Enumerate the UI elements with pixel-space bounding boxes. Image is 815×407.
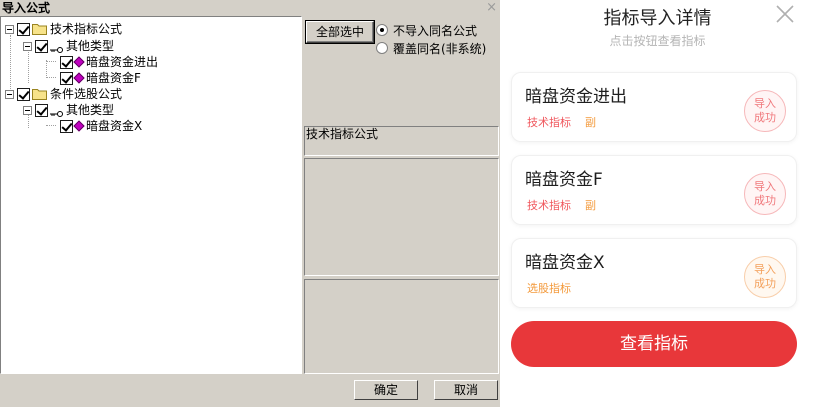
preview-box — [304, 158, 499, 276]
select-all-button[interactable]: 全部选中 — [305, 20, 375, 44]
tree-node-formula[interactable]: 暗盘资金X — [60, 118, 142, 134]
tree-node-tech-formula[interactable]: 技术指标公式 — [5, 21, 122, 37]
key-icon — [50, 106, 64, 117]
tree-checkbox[interactable] — [60, 119, 73, 133]
tree-node-other-type[interactable]: 其他类型 — [23, 38, 114, 54]
stamp-line: 导入 — [754, 263, 776, 276]
formula-gem-icon — [73, 72, 85, 84]
collapse-toggle-icon[interactable] — [5, 24, 14, 34]
indicator-name: 暗盘资金X — [525, 253, 605, 273]
import-result-card[interactable]: 暗盘资金X 选股指标 导入 成功 — [511, 238, 797, 308]
collapse-toggle-icon[interactable] — [23, 41, 32, 51]
indicator-position-tag: 副 — [585, 116, 596, 129]
stamp-line: 成功 — [754, 194, 776, 207]
collapse-toggle-icon[interactable] — [5, 89, 14, 99]
folder-icon — [32, 23, 47, 35]
import-success-stamp: 导入 成功 — [744, 256, 786, 298]
import-result-card[interactable]: 暗盘资金进出 技术指标 副 导入 成功 — [511, 72, 797, 142]
tree-node-select-formula[interactable]: 条件选股公式 — [5, 86, 122, 102]
tree-checkbox[interactable] — [35, 39, 48, 53]
import-details-sheet: 指标导入详情 点击按钮查看指标 暗盘资金进出 技术指标 副 导入 成功 暗盘资金… — [500, 0, 815, 407]
dialog-titlebar: 导入公式 × — [0, 0, 500, 16]
import-formula-dialog: 导入公式 × 技术指标公式 其他类型 暗盘资金进出 暗盘资金F 条件选股公式 其… — [0, 0, 500, 407]
radio-overwrite-duplicates[interactable]: 覆盖同名(非系统) — [376, 40, 486, 56]
scrollbar[interactable] — [483, 160, 497, 274]
tree-node-label: 其他类型 — [66, 103, 115, 117]
import-success-stamp: 导入 成功 — [744, 90, 786, 132]
options-panel: 全部选中 不导入同名公式 覆盖同名(非系统) 技术指标公式 — [303, 16, 500, 376]
formula-tree: 技术指标公式 其他类型 暗盘资金进出 暗盘资金F 条件选股公式 其他类型 暗盘资… — [0, 16, 302, 374]
sheet-subtitle: 点击按钮查看指标 — [609, 34, 706, 48]
preview-type-label: 技术指标公式 — [304, 126, 499, 156]
indicator-name: 暗盘资金进出 — [525, 87, 627, 107]
tree-node-label: 暗盘资金F — [86, 71, 141, 85]
indicator-tags: 技术指标 副 — [527, 116, 610, 130]
scrollbar[interactable] — [483, 281, 497, 372]
ok-button[interactable]: 确定 — [354, 380, 418, 400]
tree-checkbox[interactable] — [35, 103, 48, 117]
tree-connector — [46, 61, 56, 62]
indicator-tags: 选股指标 — [527, 282, 585, 296]
dialog-close-icon[interactable]: × — [486, 0, 497, 15]
tree-node-formula[interactable]: 暗盘资金F — [60, 70, 141, 86]
stamp-line: 成功 — [754, 277, 776, 290]
radio-label: 覆盖同名(非系统) — [393, 41, 487, 56]
cancel-button[interactable]: 取消 — [434, 380, 498, 400]
description-box — [304, 279, 499, 374]
indicator-tags: 技术指标 副 — [527, 199, 610, 213]
indicator-type-tag: 技术指标 — [527, 199, 571, 212]
tree-node-other-type[interactable]: 其他类型 — [23, 102, 114, 118]
tree-node-formula[interactable]: 暗盘资金进出 — [60, 54, 158, 70]
radio-button[interactable] — [376, 24, 388, 36]
indicator-type-tag: 选股指标 — [527, 282, 571, 295]
tree-checkbox[interactable] — [17, 87, 30, 101]
stamp-line: 成功 — [754, 111, 776, 124]
tree-node-label: 条件选股公式 — [50, 87, 123, 101]
radio-label: 不导入同名公式 — [393, 23, 478, 38]
indicator-name: 暗盘资金F — [525, 170, 603, 190]
stamp-line: 导入 — [754, 97, 776, 110]
collapse-toggle-icon[interactable] — [23, 105, 32, 115]
stamp-line: 导入 — [754, 180, 776, 193]
radio-button[interactable] — [376, 42, 388, 54]
close-icon[interactable] — [774, 3, 796, 25]
tree-node-label: 暗盘资金X — [86, 119, 143, 133]
tree-connector — [46, 125, 56, 126]
tree-checkbox[interactable] — [60, 55, 73, 69]
key-icon — [50, 42, 64, 53]
tree-node-label: 其他类型 — [66, 39, 115, 53]
tree-checkbox[interactable] — [17, 22, 30, 36]
folder-icon — [32, 88, 47, 100]
radio-skip-duplicates[interactable]: 不导入同名公式 — [376, 22, 477, 38]
tree-checkbox[interactable] — [60, 71, 73, 85]
indicator-position-tag: 副 — [585, 199, 596, 212]
sheet-title: 指标导入详情 — [603, 8, 712, 29]
formula-gem-icon — [73, 56, 85, 68]
tree-node-label: 技术指标公式 — [50, 22, 123, 36]
tree-node-label: 暗盘资金进出 — [86, 55, 159, 69]
tree-connector — [46, 60, 47, 78]
formula-gem-icon — [73, 120, 85, 132]
view-indicators-button[interactable]: 查看指标 — [511, 321, 797, 367]
tree-connector — [46, 77, 56, 78]
indicator-type-tag: 技术指标 — [527, 116, 571, 129]
import-result-card[interactable]: 暗盘资金F 技术指标 副 导入 成功 — [511, 155, 797, 225]
import-success-stamp: 导入 成功 — [744, 173, 786, 215]
dialog-title: 导入公式 — [2, 1, 51, 15]
